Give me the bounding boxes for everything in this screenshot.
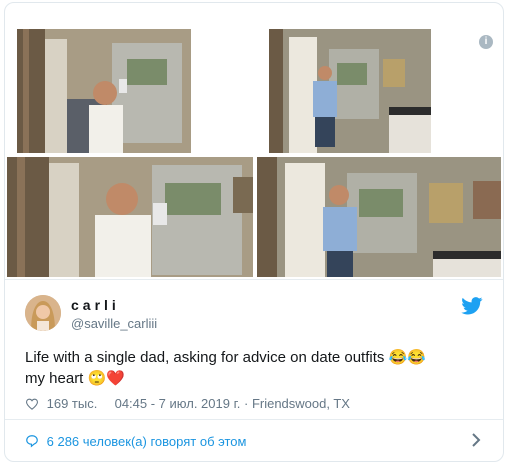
conversation-count-text[interactable]: 6 286 человек(а) говорят об этом (47, 434, 247, 449)
heart-outline-icon[interactable] (25, 398, 39, 410)
footer-divider (5, 419, 503, 420)
tweet-text-line-2: my heart 🙄❤️ (25, 370, 125, 387)
photo-3-image (7, 157, 253, 277)
conversation-link[interactable]: 6 286 человек(а) говорят об этом (25, 434, 246, 449)
tweet-meta: 169 тыс. 04:45 - 7 июл. 2019 г. · Friend… (25, 395, 350, 411)
reply-bubble-icon (26, 435, 38, 448)
photo-grid: i (5, 3, 503, 279)
like-count[interactable]: 169 тыс. (47, 396, 98, 411)
tweet-text: Life with a single dad, asking for advic… (25, 347, 485, 389)
avatar-image (25, 295, 61, 331)
photo-1-image (17, 29, 191, 153)
tweet-timestamp[interactable]: 04:45 - 7 июл. 2019 г. (115, 396, 241, 411)
tweet-text-line-1: Life with a single dad, asking for advic… (25, 349, 426, 366)
chevron-right-icon[interactable] (471, 433, 481, 447)
meta-separator: · (243, 396, 252, 412)
user-handle[interactable]: @saville_carliii (71, 316, 157, 331)
photo-2-image (269, 29, 431, 153)
tweet-card[interactable]: i carli @saville_carliii Life with a sin… (4, 2, 504, 462)
photo-divider (5, 279, 503, 280)
photo-3[interactable] (5, 155, 255, 279)
photo-2[interactable] (267, 27, 433, 155)
user-display-name[interactable]: carli (71, 297, 120, 313)
photo-4[interactable] (255, 155, 503, 279)
photo-4-image (257, 157, 501, 277)
avatar[interactable] (25, 295, 61, 331)
photo-1[interactable] (15, 27, 193, 155)
twitter-bird-icon[interactable] (461, 297, 483, 315)
info-icon[interactable]: i (479, 35, 493, 49)
tweet-location[interactable]: Friendswood, TX (252, 396, 350, 411)
